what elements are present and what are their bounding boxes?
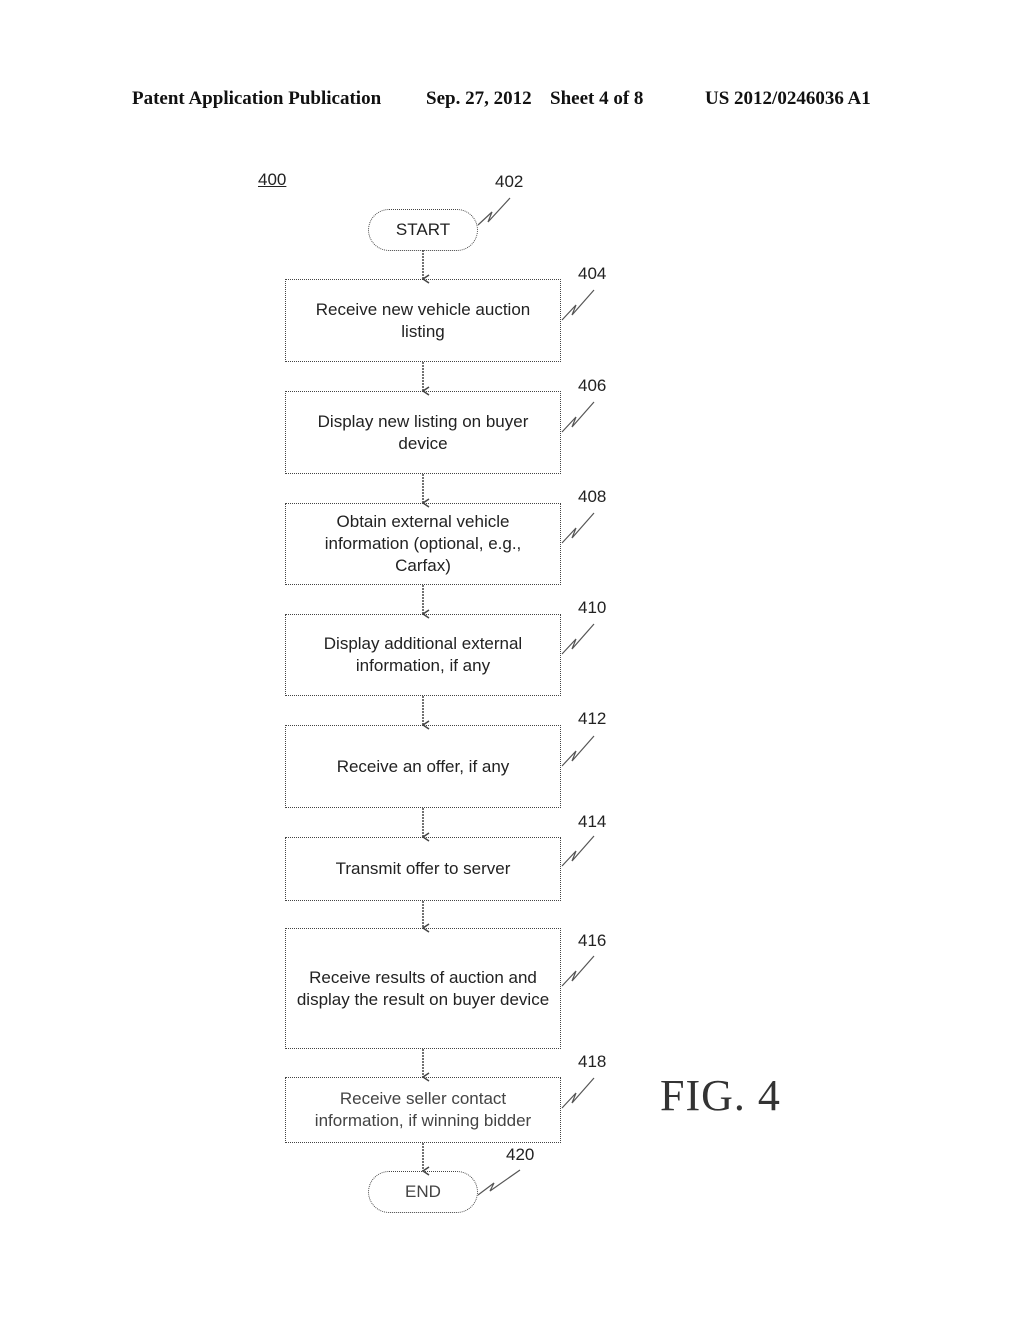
step-408: Obtain external vehicle information (opt… <box>285 503 561 585</box>
leader-418 <box>561 1077 595 1109</box>
ref-406: 406 <box>578 376 607 395</box>
ref-412: 412 <box>578 709 607 728</box>
leader-408 <box>561 512 595 544</box>
ref-418: 418 <box>578 1052 607 1071</box>
step-404: Receive new vehicle auction listing <box>285 279 561 362</box>
leader-406 <box>561 401 595 433</box>
leader-410 <box>561 623 595 655</box>
step-412: Receive an offer, if any <box>285 725 561 808</box>
start-terminal: START <box>368 209 478 251</box>
ref-416: 416 <box>578 931 607 950</box>
ref-420: 420 <box>506 1145 535 1164</box>
end-terminal: END <box>368 1171 478 1213</box>
step-416: Receive results of auction and display t… <box>285 928 561 1049</box>
step-406: Display new listing on buyer device <box>285 391 561 474</box>
ref-408: 408 <box>578 487 607 506</box>
ref-404: 404 <box>578 264 607 283</box>
leader-402 <box>477 197 511 226</box>
ref-410: 410 <box>578 598 607 617</box>
step-414: Transmit offer to server <box>285 837 561 901</box>
leader-414 <box>561 835 595 867</box>
ref-414: 414 <box>578 812 607 831</box>
figure-caption: FIG. 4 <box>660 1071 781 1120</box>
leader-412 <box>561 735 595 767</box>
leader-420 <box>477 1169 521 1196</box>
leader-404 <box>561 289 595 321</box>
leader-416 <box>561 955 595 987</box>
step-418: Receive seller contact information, if w… <box>285 1077 561 1143</box>
step-410: Display additional external information,… <box>285 614 561 696</box>
ref-402: 402 <box>495 172 524 191</box>
